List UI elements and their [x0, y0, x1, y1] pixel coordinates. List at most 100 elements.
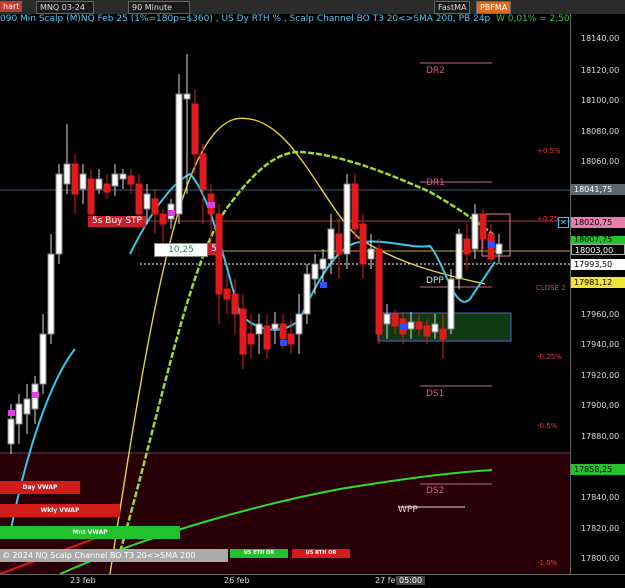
day-vwap-label: Day VWAP: [0, 481, 80, 494]
mnt-vwap-label: Mnt VWAP: [0, 526, 180, 539]
price-box-pink: 18020,75: [571, 217, 625, 228]
ytick: 18080,00: [581, 127, 620, 136]
candle-body: [63, 163, 71, 185]
candle-body: [151, 198, 159, 215]
candle-body: [375, 248, 383, 335]
candles-svg: [7, 54, 503, 454]
pct-minus-10: -1.0%: [537, 559, 558, 567]
close-order-icon[interactable]: ✕: [558, 217, 569, 228]
candle-body: [431, 323, 439, 333]
price-box-white: 17993,50: [571, 259, 625, 270]
signal-marker: [168, 210, 175, 216]
xtick-23feb: 23 feb: [70, 576, 96, 585]
ytick: 17920,00: [581, 371, 620, 380]
candle-body: [175, 93, 183, 215]
candle-body: [367, 248, 375, 260]
candle-body: [359, 223, 367, 265]
ytick: 17960,00: [581, 310, 620, 319]
price-box-green: 18007,75: [571, 236, 625, 244]
label-dr2: DR2: [426, 66, 445, 76]
ytick: 17800,00: [581, 554, 620, 563]
candle-body: [439, 328, 447, 340]
chart-tab[interactable]: hart: [0, 1, 23, 12]
ytick: 17880,00: [581, 432, 620, 441]
candle-body: [23, 398, 31, 415]
candle-body: [303, 273, 311, 315]
candle-body: [319, 258, 327, 270]
candle-body: [279, 323, 287, 340]
candle-body: [447, 278, 455, 330]
label-ds1: DS1: [426, 389, 445, 399]
ytick: 18120,00: [581, 66, 620, 75]
indicator-strip: © 2024 NQ Scalp Channel BO T3 20<>SMA 20…: [0, 549, 228, 562]
order-count-box[interactable]: 5: [208, 243, 220, 255]
candle-body: [47, 253, 55, 335]
candle-body: [343, 183, 351, 255]
ytick: 18060,00: [581, 157, 620, 166]
candle-body: [255, 323, 263, 335]
xtick-cursor-time: 05:00: [396, 576, 426, 585]
candle-body: [95, 178, 103, 190]
candle-body: [271, 323, 279, 330]
candle-body: [159, 213, 167, 225]
pct-plus-025: +0.25: [537, 215, 559, 223]
xtick-26feb: 26 feb: [224, 576, 250, 585]
label-wpp: WPP: [398, 505, 418, 515]
candle-body: [127, 175, 135, 185]
pbfma-button[interactable]: PBFMA: [476, 1, 512, 14]
ytick: 18140,00: [581, 34, 620, 43]
symbol-selector[interactable]: MNQ 03-24: [36, 1, 94, 14]
candle-body: [239, 308, 247, 355]
chart-area[interactable]: DR2 DR1 DPP DS1 DS2 WPP +0.5% +0.25 -0.2…: [0, 14, 570, 574]
time-axis[interactable]: 23 feb 26 feb 27 feb 05:00: [0, 574, 625, 588]
candle-body: [223, 288, 231, 300]
label-ds2: DS2: [426, 486, 445, 496]
candle-body: [247, 333, 255, 345]
candle-body: [111, 173, 119, 187]
price-box-yellow: 17981,12: [571, 277, 625, 288]
candle-body: [479, 213, 487, 240]
candle-body: [39, 333, 47, 385]
buy-stop-order[interactable]: 5s Buy STP: [88, 216, 146, 227]
candle-body: [471, 213, 479, 250]
candle-body: [383, 313, 391, 325]
chart-title: 090 Min Scalp (M)NQ Feb 25 (1%=180p=$360…: [0, 14, 491, 24]
candle-body: [463, 238, 471, 255]
price-box-dark: 18003,00: [571, 244, 625, 255]
candle-body: [191, 103, 199, 155]
signal-marker: [208, 202, 215, 208]
fastma-button[interactable]: FastMA: [434, 1, 471, 14]
close-label: CLOSE 2: [536, 284, 566, 292]
candle-body: [87, 178, 95, 215]
pct-minus-05: -0.5%: [537, 422, 558, 430]
interval-selector[interactable]: 90 Minute: [128, 1, 190, 14]
candle-body: [295, 313, 303, 335]
toolbar: hart MNQ 03-24 90 Minute FastMA PBFMA: [0, 0, 625, 15]
candle-body: [119, 173, 127, 180]
candle-body: [311, 263, 319, 280]
label-dr1: DR1: [426, 178, 445, 188]
ytick: 18100,00: [581, 96, 620, 105]
candle-body: [423, 325, 431, 337]
ytick: 17840,00: [581, 493, 620, 502]
candle-body: [79, 173, 87, 190]
wkly-vwap-label: Wkly VWAP: [0, 504, 120, 517]
candle-body: [143, 193, 151, 210]
candle-body: [135, 183, 143, 215]
price-axis[interactable]: 18140,00 18120,00 18100,00 18080,00 1806…: [570, 14, 625, 574]
candle-body: [327, 228, 335, 260]
candle-body: [407, 321, 415, 330]
candle-body: [55, 173, 63, 255]
candle-body: [495, 243, 503, 255]
candle-body: [335, 233, 343, 255]
pct-minus-025: -0.25%: [537, 353, 562, 361]
ytick: 17820,00: [581, 524, 620, 533]
chart-title-right: W 0,01% = 2,50: [496, 14, 570, 24]
candle-body: [351, 183, 359, 230]
signal-marker: [32, 392, 39, 398]
candle-body: [455, 233, 463, 280]
candle-body: [263, 325, 271, 350]
order-qty-box[interactable]: 10,25: [154, 243, 208, 257]
candle-body: [71, 163, 79, 195]
us-eth-or-label: US ETH OR: [230, 549, 288, 558]
